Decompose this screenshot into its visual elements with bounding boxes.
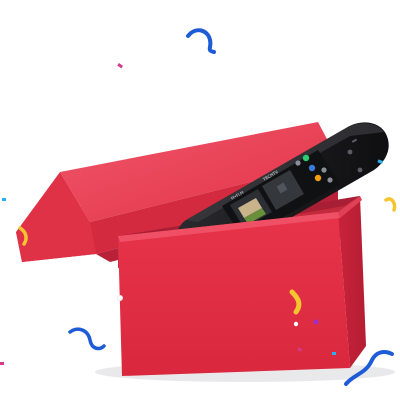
confetti-ribbon-blue-bottom-left [68, 327, 106, 351]
confetti-dot [313, 319, 319, 325]
confetti-piece [0, 362, 4, 365]
confetti-ribbon-top [186, 28, 216, 54]
gift-box-photo: M•FLM TECHTV [0, 28, 397, 386]
confetti-piece [2, 198, 6, 201]
app-icon-orange [314, 174, 322, 182]
confetti-piece [117, 63, 124, 69]
app-icon-grey-1 [295, 160, 301, 166]
remote-button-2 [357, 167, 363, 173]
app-icon-grey-3 [327, 177, 333, 183]
confetti-ribbon-right [384, 197, 397, 212]
app-icon-green [302, 154, 310, 162]
confetti-dot [117, 295, 123, 301]
app-icon-blue [308, 164, 316, 172]
scene: M•FLM TECHTV [0, 0, 400, 400]
confetti-piece [332, 352, 336, 355]
app-icon-grey-2 [321, 167, 327, 173]
remote-button-1 [347, 149, 353, 155]
confetti-dot [293, 321, 299, 327]
